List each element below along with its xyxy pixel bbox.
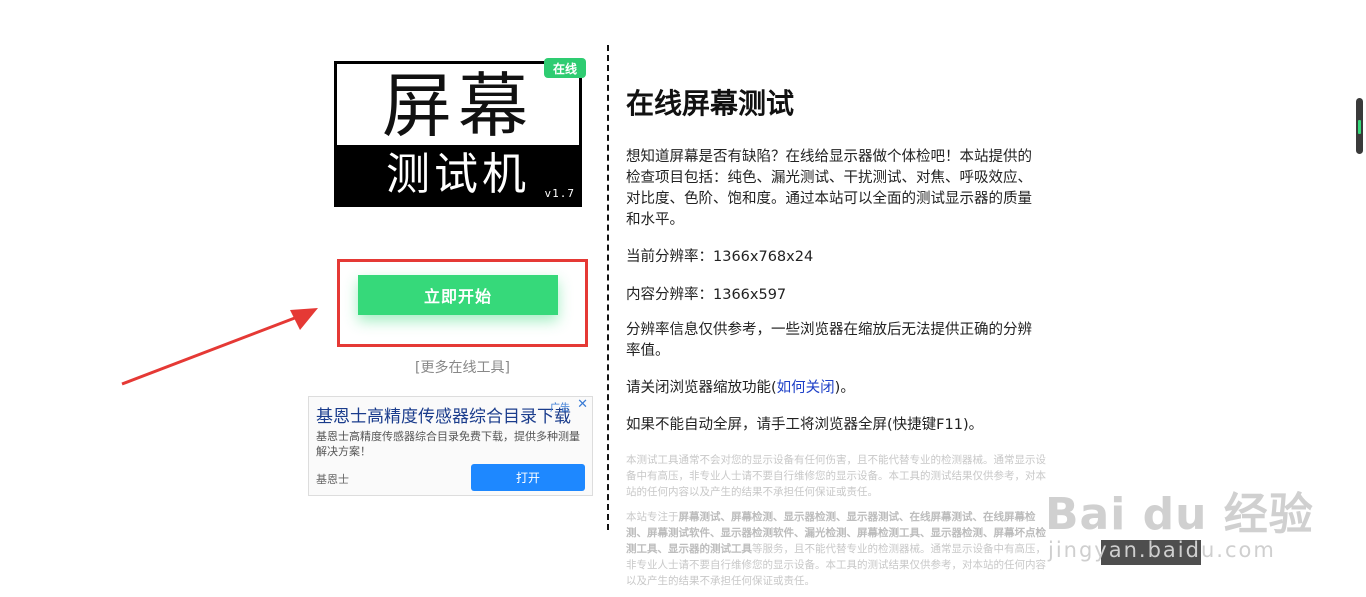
page-title: 在线屏幕测试 [626, 87, 795, 120]
baidu-watermark: Bai du 经验 [1045, 489, 1314, 540]
content-header: 在线屏幕测试 [626, 86, 1044, 122]
zoom-suffix: )。 [834, 380, 855, 396]
annotation-arrow-icon [121, 308, 318, 386]
ad-tag: 广告 [550, 403, 570, 414]
column-divider [607, 45, 609, 530]
close-icon[interactable]: ✕ [577, 397, 588, 412]
baidu-watermark-url: jingyan.baidu.com [1048, 538, 1276, 562]
ad-brand: 基恩士 [316, 473, 349, 486]
disclaimer-2-prefix: 本站专注于 [626, 511, 679, 523]
logo-line2: 测试机 [337, 145, 579, 204]
start-button[interactable]: 立即开始 [358, 275, 558, 315]
disclaimer-2: 本站专注于屏幕测试、屏幕检测、显示器检测、显示器测试、在线屏幕测试、在线屏幕检测… [626, 509, 1048, 589]
intro-text: 想知道屏幕是否有缺陷？在线给显示器做个体检吧！本站提供的检查项目包括：纯色、漏光… [626, 149, 1032, 228]
fullscreen-instruction: 如果不能自动全屏，请手工将浏览器全屏(快捷键F11)。 [626, 417, 984, 433]
ad-banner[interactable]: 基恩士高精度传感器综合目录下载 广告 ✕ 基恩士高精度传感器综合目录免费下载，提… [308, 396, 593, 496]
resolution-note: 分辨率信息仅供参考，一些浏览器在缩放后无法提供正确的分辨率值。 [626, 322, 1032, 359]
ad-description: 基恩士高精度传感器综合目录免费下载，提供多种测量解决方案！ [316, 430, 580, 458]
scrollbar-thumb[interactable] [1356, 98, 1363, 154]
disclaimer-1: 本测试工具通常不会对您的显示设备有任何伤害，且不能代替专业的检测器械。通常显示设… [626, 454, 1046, 498]
logo-line2-text: 测试机 [386, 148, 530, 200]
how-to-close-link[interactable]: 如何关闭 [777, 380, 835, 396]
ad-title[interactable]: 基恩士高精度传感器综合目录下载 [316, 402, 586, 427]
zoom-instruction: 请关闭浏览器缩放功能(如何关闭)。 [626, 378, 1046, 399]
version-label: v1.7 [544, 187, 575, 200]
content-resolution: 内容分辨率：1366x597 [626, 287, 787, 303]
site-logo: 屏幕 测试机 v1.7 [334, 61, 582, 207]
logo-line1: 屏幕 [382, 65, 534, 147]
more-tools-link[interactable]: [更多在线工具] [337, 357, 588, 377]
zoom-prefix: 请关闭浏览器缩放功能( [626, 380, 777, 396]
ad-open-button[interactable]: 打开 [471, 464, 585, 491]
online-badge: 在线 [544, 58, 586, 78]
current-resolution: 当前分辨率：1366x768x24 [626, 249, 814, 265]
